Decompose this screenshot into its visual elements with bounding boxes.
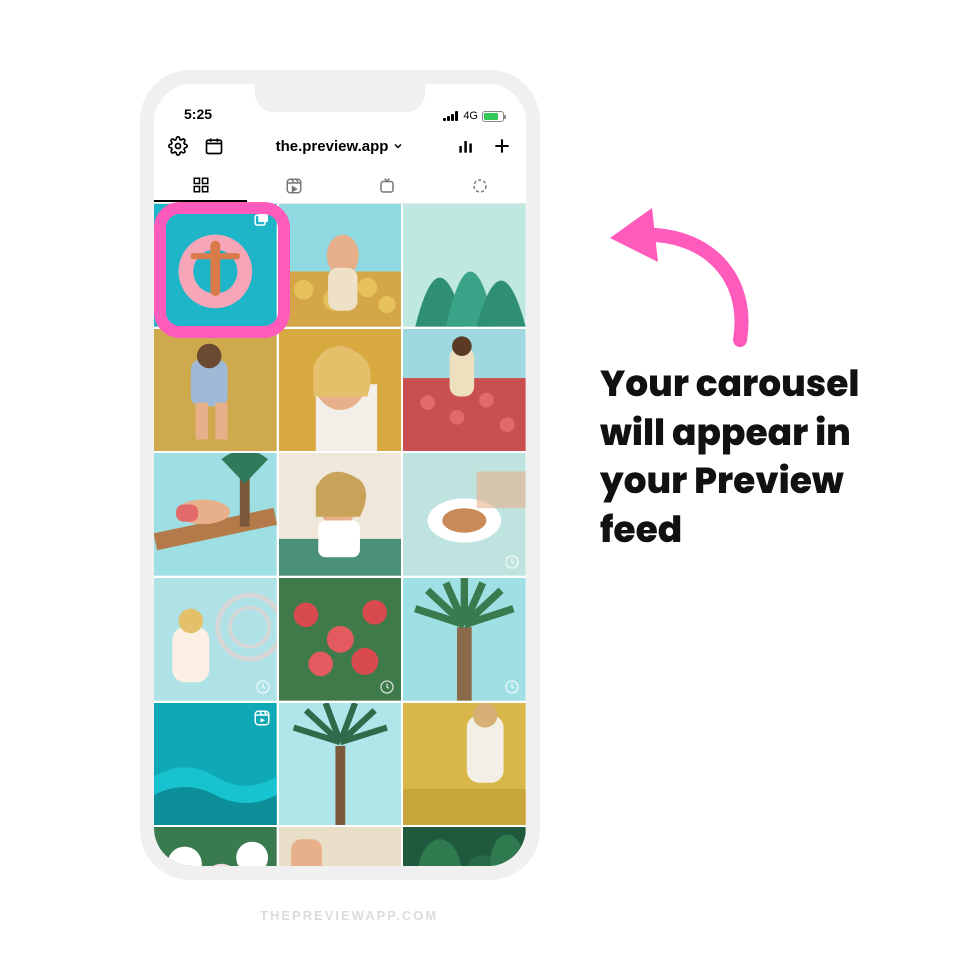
feed-cell[interactable] [154,329,277,452]
phone-screen: 5:25 4G the.preview.app [154,84,526,866]
annotation: Your carousel will appear in your Previe… [600,360,880,554]
scheduled-badge-icon [504,554,520,570]
annotation-arrow-icon [590,190,770,350]
account-name: the.preview.app [276,138,389,155]
analytics-icon[interactable] [456,136,476,156]
account-switcher[interactable]: the.preview.app [276,138,405,155]
feed-cell[interactable] [403,827,526,866]
battery-icon [482,111,504,122]
calendar-icon[interactable] [204,136,224,156]
feed-cell[interactable] [403,578,526,701]
tab-reels[interactable] [247,171,340,201]
reel-badge-icon [253,709,271,727]
feed-tabs [154,168,526,204]
feed-cell[interactable] [403,204,526,327]
tab-grid[interactable] [154,170,247,202]
scheduled-badge-icon [504,679,520,695]
scheduled-badge-icon [379,679,395,695]
status-time: 5:25 [184,106,212,122]
feed-grid [154,204,526,866]
phone-notch [255,84,425,112]
phone-mock: 5:25 4G the.preview.app [140,70,540,880]
feed-cell[interactable] [403,453,526,576]
feed-cell[interactable] [279,453,402,576]
tab-igtv[interactable] [340,171,433,201]
status-right: 4G [443,110,504,122]
feed-cell[interactable] [279,329,402,452]
carousel-badge-icon [253,210,271,228]
feed-cell[interactable] [154,827,277,866]
chevron-down-icon [392,140,404,152]
scheduled-badge-icon [255,679,271,695]
feed-cell[interactable] [154,204,277,327]
feed-cell[interactable] [403,703,526,826]
app-toolbar: the.preview.app [154,124,526,168]
annotation-text: Your carousel will appear in your Previe… [600,360,880,554]
watermark: THEPREVIEWAPP.COM [260,908,438,923]
feed-cell[interactable] [279,703,402,826]
tab-loading[interactable] [433,171,526,201]
network-type: 4G [463,110,478,122]
signal-icon [443,111,459,121]
add-icon[interactable] [492,136,512,156]
settings-icon[interactable] [168,136,188,156]
feed-cell[interactable] [279,204,402,327]
feed-cell[interactable] [154,453,277,576]
feed-cell[interactable] [154,703,277,826]
feed-cell[interactable] [154,578,277,701]
feed-cell[interactable] [279,827,402,866]
feed-cell[interactable] [279,578,402,701]
feed-cell[interactable] [403,329,526,452]
